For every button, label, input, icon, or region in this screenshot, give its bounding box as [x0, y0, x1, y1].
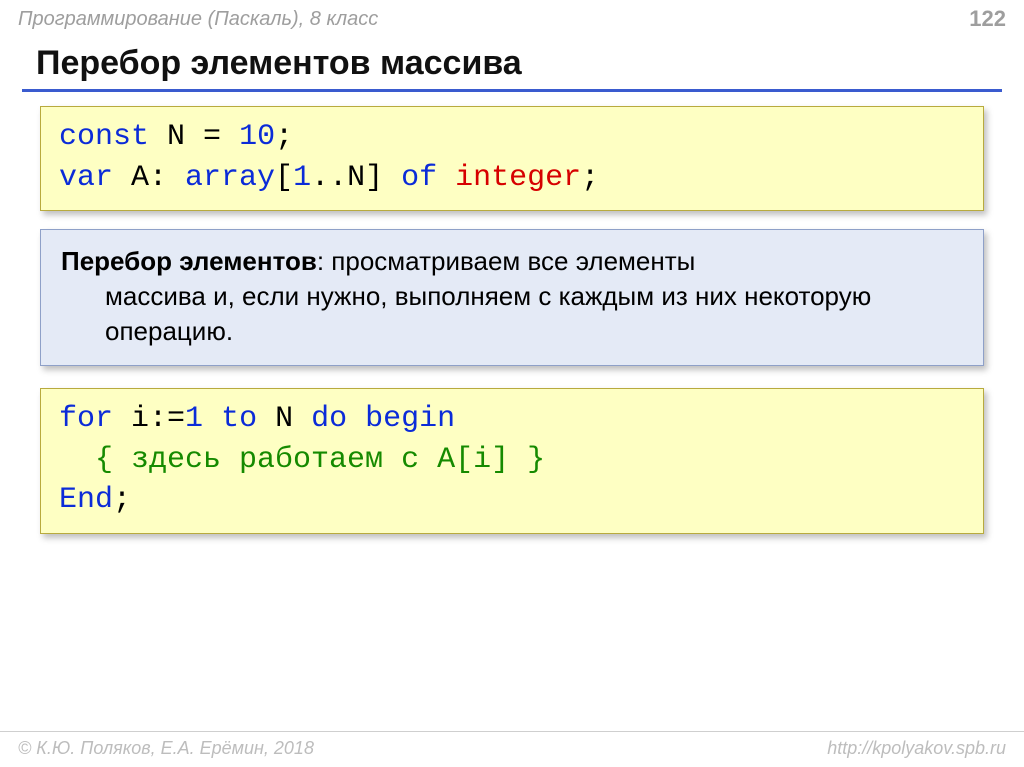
code-text — [437, 161, 455, 195]
code-indent — [59, 443, 95, 477]
code-text — [203, 402, 221, 436]
copyright-text: © К.Ю. Поляков, Е.А. Ерёмин, 2018 — [18, 738, 314, 759]
definition-block: Перебор элементов: просматриваем все эле… — [40, 229, 984, 366]
footer-url: http://kpolyakov.spb.ru — [827, 738, 1006, 759]
keyword-to: to — [221, 402, 257, 436]
code-text: = — [203, 120, 221, 154]
keyword-array: array — [185, 161, 275, 195]
code-text: ; — [275, 120, 293, 154]
code-line: End; — [59, 480, 965, 521]
code-text: N — [149, 120, 185, 154]
definition-text: : просматриваем все элементы — [317, 246, 695, 276]
keyword-of: of — [401, 161, 437, 195]
definition-text-cont: массива и, если нужно, выполняем с кажды… — [61, 279, 963, 349]
code-block-loop: for i:=1 to N do begin { здесь работаем … — [40, 388, 984, 534]
code-text — [185, 120, 203, 154]
title-underline — [22, 89, 1002, 92]
keyword-do: do — [311, 402, 347, 436]
code-comment: { здесь работаем с A[i] } — [95, 443, 545, 477]
keyword-end: End — [59, 483, 113, 517]
code-block-declaration: const N = 10; var A: array[1..N] of inte… — [40, 106, 984, 211]
code-line: const N = 10; — [59, 117, 965, 158]
slide-header: Программирование (Паскаль), 8 класс 122 — [0, 0, 1024, 36]
code-text: N — [257, 402, 311, 436]
code-text — [347, 402, 365, 436]
code-text: A: — [113, 161, 185, 195]
keyword-const: const — [59, 120, 149, 154]
page-number: 122 — [969, 6, 1006, 32]
code-line: var A: array[1..N] of integer; — [59, 158, 965, 199]
keyword-for: for — [59, 402, 113, 436]
page-title: Перебор элементов массива — [0, 36, 1024, 89]
code-text — [221, 120, 239, 154]
number-literal: 1 — [185, 402, 203, 436]
slide-footer: © К.Ю. Поляков, Е.А. Ерёмин, 2018 http:/… — [0, 731, 1024, 767]
code-text: ..N] — [311, 161, 401, 195]
keyword-begin: begin — [365, 402, 455, 436]
subject-label: Программирование (Паскаль), 8 класс — [18, 8, 378, 31]
code-text: ; — [581, 161, 599, 195]
number-literal: 1 — [293, 161, 311, 195]
type-integer: integer — [455, 161, 581, 195]
code-line: { здесь работаем с A[i] } — [59, 440, 965, 481]
definition-term: Перебор элементов — [61, 246, 317, 276]
code-text: i:= — [113, 402, 185, 436]
code-text: [ — [275, 161, 293, 195]
keyword-var: var — [59, 161, 113, 195]
number-literal: 10 — [239, 120, 275, 154]
code-text: ; — [113, 483, 131, 517]
code-line: for i:=1 to N do begin — [59, 399, 965, 440]
